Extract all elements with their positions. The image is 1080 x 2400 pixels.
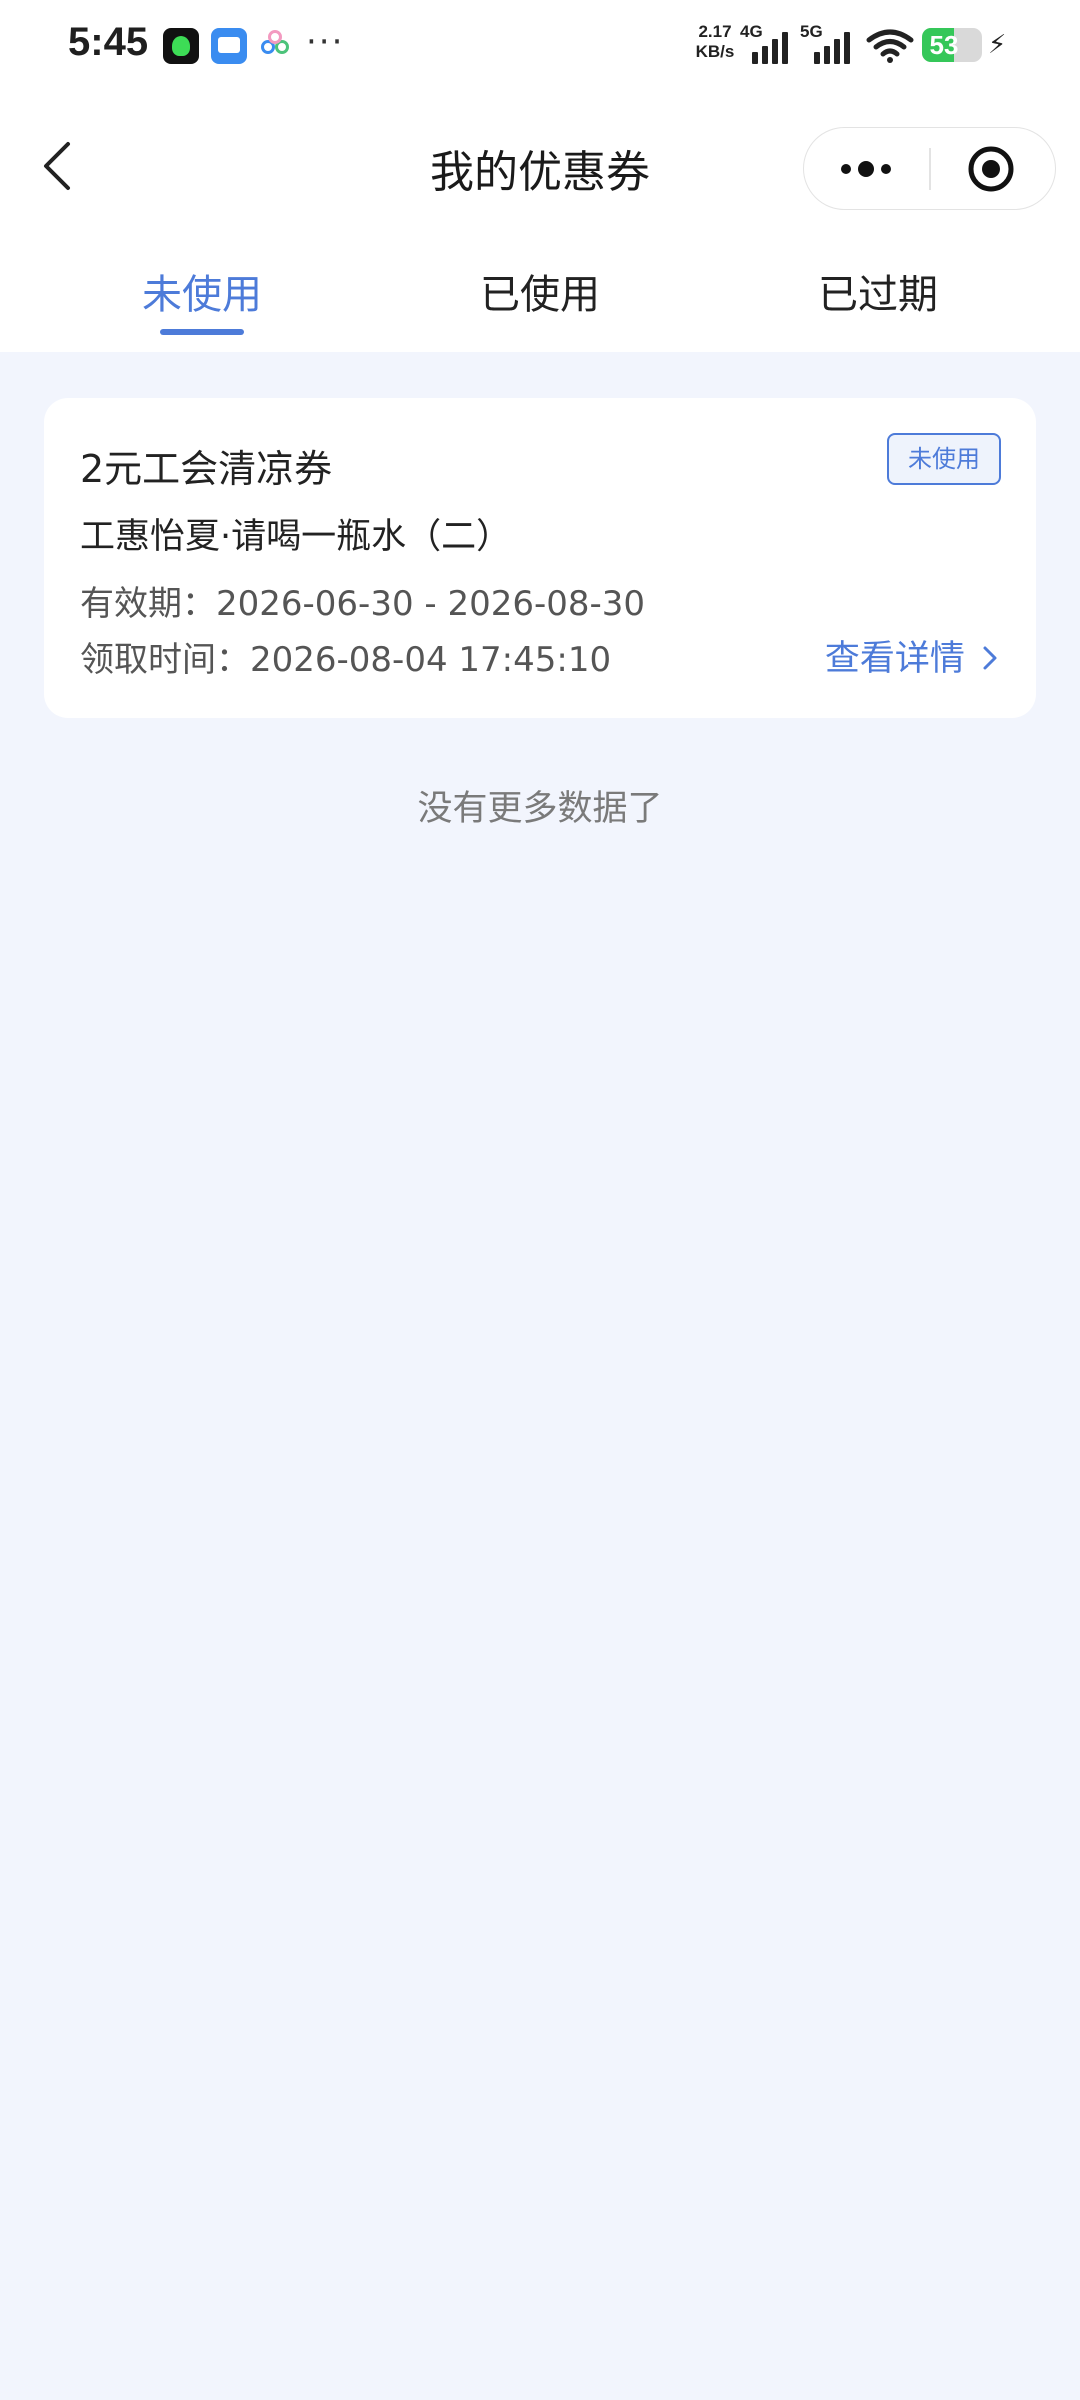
net-speed-unit: KB/s <box>695 42 735 61</box>
miniprogram-capsule <box>803 127 1056 210</box>
chevron-right-icon <box>983 646 997 670</box>
charging-icon: ⚡ <box>988 30 1007 60</box>
close-miniprogram-button[interactable] <box>931 128 1056 208</box>
net-speed-value: 2.17 <box>698 22 732 41</box>
net-speed: 2.17 KB/s <box>690 22 740 62</box>
no-more-data-text: 没有更多数据了 <box>417 789 663 829</box>
view-details-label: 查看详情 <box>824 639 965 679</box>
coupon-status-badge: 未使用 <box>887 433 1001 485</box>
coupon-validity: 有效期：2026-06-30 - 2026-08-30 <box>80 584 646 624</box>
view-details-link[interactable]: 查看详情 <box>825 630 1000 681</box>
coupon-tabs: 未使用 已使用 已过期 <box>0 242 1080 352</box>
status-time: 5:45 <box>68 20 149 64</box>
more-options-button[interactable] <box>804 128 929 208</box>
signal-icon <box>752 30 792 64</box>
coupon-received-time: 领取时间：2026-08-04 17:45:10 <box>80 640 612 680</box>
status-bar: 5:45 ··· 2.17 KB/s 4G 5G 53 ⚡ <box>0 0 1080 92</box>
app-icon-green <box>163 28 199 64</box>
coupon-description: 工惠怡夏·请喝一瓶水（二） <box>80 517 512 557</box>
wifi-icon <box>866 29 914 63</box>
battery-level: 53 <box>929 30 959 60</box>
signal-icon-2 <box>814 30 854 64</box>
battery-icon: 53 <box>922 28 982 62</box>
app-icon-rings <box>259 28 295 64</box>
status-more-icon: ··· <box>306 22 345 62</box>
active-tab-indicator <box>160 329 244 335</box>
app-icon-blue <box>211 28 247 64</box>
coupon-name: 2元工会清凉券 <box>80 447 333 491</box>
tab-used[interactable]: 已使用 <box>370 262 710 342</box>
nav-bar: 我的优惠券 <box>0 92 1080 242</box>
coupon-card[interactable]: 2元工会清凉券 未使用 工惠怡夏·请喝一瓶水（二） 有效期：2026-06-30… <box>44 398 1036 718</box>
tab-expired[interactable]: 已过期 <box>708 262 1048 342</box>
